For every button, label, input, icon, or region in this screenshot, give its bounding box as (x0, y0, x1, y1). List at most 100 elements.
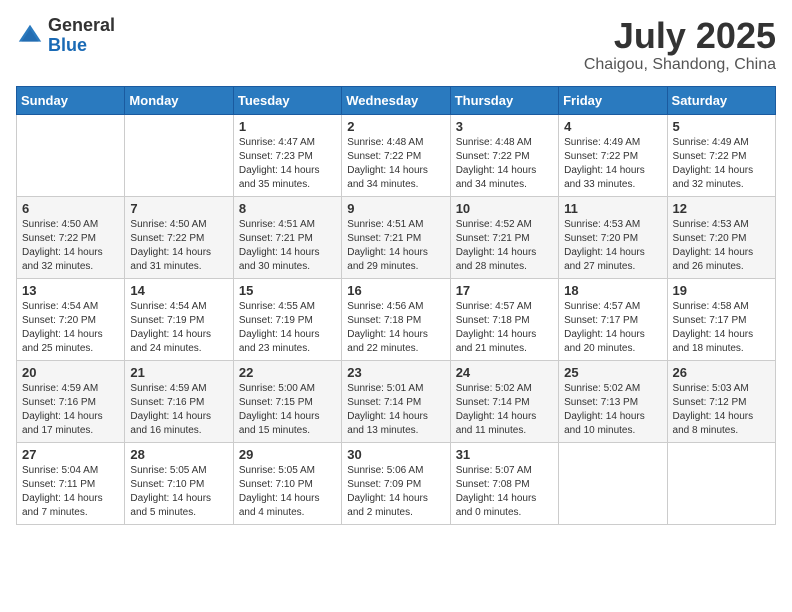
calendar-cell: 2 Sunrise: 4:48 AM Sunset: 7:22 PM Daylig… (342, 114, 450, 196)
weekday-header: Thursday (450, 86, 558, 114)
calendar-table: SundayMondayTuesdayWednesdayThursdayFrid… (16, 86, 776, 525)
day-number: 29 (239, 447, 336, 462)
day-number: 20 (22, 365, 119, 380)
title-area: July 2025 Chaigou, Shandong, China (584, 16, 776, 74)
day-content: Sunrise: 5:02 AM Sunset: 7:13 PM Dayligh… (564, 382, 661, 438)
calendar-cell: 25 Sunrise: 5:02 AM Sunset: 7:13 PM Dayli… (559, 360, 667, 442)
day-content: Sunrise: 4:54 AM Sunset: 7:20 PM Dayligh… (22, 300, 119, 356)
weekday-header: Friday (559, 86, 667, 114)
day-content: Sunrise: 5:01 AM Sunset: 7:14 PM Dayligh… (347, 382, 444, 438)
day-content: Sunrise: 4:58 AM Sunset: 7:17 PM Dayligh… (673, 300, 770, 356)
weekday-header: Monday (125, 86, 233, 114)
day-content: Sunrise: 4:56 AM Sunset: 7:18 PM Dayligh… (347, 300, 444, 356)
day-content: Sunrise: 4:51 AM Sunset: 7:21 PM Dayligh… (347, 218, 444, 274)
day-number: 25 (564, 365, 661, 380)
day-number: 10 (456, 201, 553, 216)
day-content: Sunrise: 4:54 AM Sunset: 7:19 PM Dayligh… (130, 300, 227, 356)
calendar-week-row: 13 Sunrise: 4:54 AM Sunset: 7:20 PM Dayli… (17, 278, 776, 360)
calendar-cell: 13 Sunrise: 4:54 AM Sunset: 7:20 PM Dayli… (17, 278, 125, 360)
day-content: Sunrise: 4:51 AM Sunset: 7:21 PM Dayligh… (239, 218, 336, 274)
day-number: 12 (673, 201, 770, 216)
calendar-cell: 5 Sunrise: 4:49 AM Sunset: 7:22 PM Daylig… (667, 114, 775, 196)
day-content: Sunrise: 5:07 AM Sunset: 7:08 PM Dayligh… (456, 464, 553, 520)
day-number: 2 (347, 119, 444, 134)
day-number: 14 (130, 283, 227, 298)
calendar-cell (17, 114, 125, 196)
calendar-cell: 10 Sunrise: 4:52 AM Sunset: 7:21 PM Dayli… (450, 196, 558, 278)
calendar-cell: 9 Sunrise: 4:51 AM Sunset: 7:21 PM Daylig… (342, 196, 450, 278)
calendar-header-row: SundayMondayTuesdayWednesdayThursdayFrid… (17, 86, 776, 114)
day-content: Sunrise: 4:59 AM Sunset: 7:16 PM Dayligh… (130, 382, 227, 438)
day-number: 21 (130, 365, 227, 380)
calendar-cell: 15Sunrise: 4:55 AM Sunset: 7:19 PM Dayli… (233, 278, 341, 360)
day-content: Sunrise: 5:02 AM Sunset: 7:14 PM Dayligh… (456, 382, 553, 438)
day-content: Sunrise: 4:50 AM Sunset: 7:22 PM Dayligh… (130, 218, 227, 274)
day-number: 4 (564, 119, 661, 134)
calendar-cell: 20 Sunrise: 4:59 AM Sunset: 7:16 PM Dayli… (17, 360, 125, 442)
calendar-week-row: 1Sunrise: 4:47 AM Sunset: 7:23 PM Daylig… (17, 114, 776, 196)
day-content: Sunrise: 4:57 AM Sunset: 7:17 PM Dayligh… (564, 300, 661, 356)
calendar-cell: 31 Sunrise: 5:07 AM Sunset: 7:08 PM Dayli… (450, 442, 558, 524)
day-number: 23 (347, 365, 444, 380)
day-content: Sunrise: 4:48 AM Sunset: 7:22 PM Dayligh… (456, 136, 553, 192)
calendar-week-row: 27 Sunrise: 5:04 AM Sunset: 7:11 PM Dayli… (17, 442, 776, 524)
logo-icon (16, 22, 44, 50)
day-number: 11 (564, 201, 661, 216)
calendar-cell: 18 Sunrise: 4:57 AM Sunset: 7:17 PM Dayli… (559, 278, 667, 360)
page-header: General Blue July 2025 Chaigou, Shandong… (16, 16, 776, 74)
day-number: 22 (239, 365, 336, 380)
calendar-cell (667, 442, 775, 524)
day-number: 18 (564, 283, 661, 298)
day-number: 7 (130, 201, 227, 216)
day-content: Sunrise: 4:53 AM Sunset: 7:20 PM Dayligh… (673, 218, 770, 274)
calendar-week-row: 6 Sunrise: 4:50 AM Sunset: 7:22 PM Daylig… (17, 196, 776, 278)
weekday-header: Saturday (667, 86, 775, 114)
calendar-cell: 6 Sunrise: 4:50 AM Sunset: 7:22 PM Daylig… (17, 196, 125, 278)
calendar-cell: 30Sunrise: 5:06 AM Sunset: 7:09 PM Dayli… (342, 442, 450, 524)
day-content: Sunrise: 4:59 AM Sunset: 7:16 PM Dayligh… (22, 382, 119, 438)
day-number: 31 (456, 447, 553, 462)
calendar-cell: 22 Sunrise: 5:00 AM Sunset: 7:15 PM Dayli… (233, 360, 341, 442)
day-content: Sunrise: 5:00 AM Sunset: 7:15 PM Dayligh… (239, 382, 336, 438)
calendar-cell: 19 Sunrise: 4:58 AM Sunset: 7:17 PM Dayli… (667, 278, 775, 360)
day-number: 19 (673, 283, 770, 298)
weekday-header: Wednesday (342, 86, 450, 114)
day-content: Sunrise: 4:50 AM Sunset: 7:22 PM Dayligh… (22, 218, 119, 274)
day-content: Sunrise: 4:49 AM Sunset: 7:22 PM Dayligh… (673, 136, 770, 192)
calendar-cell: 14 Sunrise: 4:54 AM Sunset: 7:19 PM Dayli… (125, 278, 233, 360)
day-content: Sunrise: 4:49 AM Sunset: 7:22 PM Dayligh… (564, 136, 661, 192)
calendar-cell: 4 Sunrise: 4:49 AM Sunset: 7:22 PM Daylig… (559, 114, 667, 196)
weekday-header: Tuesday (233, 86, 341, 114)
calendar-cell: 1Sunrise: 4:47 AM Sunset: 7:23 PM Daylig… (233, 114, 341, 196)
month-title: July 2025 (584, 16, 776, 56)
calendar-cell: 29Sunrise: 5:05 AM Sunset: 7:10 PM Dayli… (233, 442, 341, 524)
day-number: 30 (347, 447, 444, 462)
calendar-cell (559, 442, 667, 524)
logo-general: General (48, 16, 115, 36)
day-number: 9 (347, 201, 444, 216)
calendar-cell: 16 Sunrise: 4:56 AM Sunset: 7:18 PM Dayli… (342, 278, 450, 360)
day-content: Sunrise: 4:52 AM Sunset: 7:21 PM Dayligh… (456, 218, 553, 274)
calendar-cell: 23 Sunrise: 5:01 AM Sunset: 7:14 PM Dayli… (342, 360, 450, 442)
calendar-cell: 7 Sunrise: 4:50 AM Sunset: 7:22 PM Daylig… (125, 196, 233, 278)
day-content: Sunrise: 5:05 AM Sunset: 7:10 PM Dayligh… (130, 464, 227, 520)
day-number: 1 (239, 119, 336, 134)
calendar-cell: 28Sunrise: 5:05 AM Sunset: 7:10 PM Dayli… (125, 442, 233, 524)
day-content: Sunrise: 4:48 AM Sunset: 7:22 PM Dayligh… (347, 136, 444, 192)
day-number: 27 (22, 447, 119, 462)
day-number: 5 (673, 119, 770, 134)
calendar-cell: 8 Sunrise: 4:51 AM Sunset: 7:21 PM Daylig… (233, 196, 341, 278)
day-content: Sunrise: 5:04 AM Sunset: 7:11 PM Dayligh… (22, 464, 119, 520)
calendar-cell: 17Sunrise: 4:57 AM Sunset: 7:18 PM Dayli… (450, 278, 558, 360)
logo: General Blue (16, 16, 115, 56)
day-content: Sunrise: 4:55 AM Sunset: 7:19 PM Dayligh… (239, 300, 336, 356)
logo-text: General Blue (48, 16, 115, 56)
day-number: 8 (239, 201, 336, 216)
calendar-cell: 27 Sunrise: 5:04 AM Sunset: 7:11 PM Dayli… (17, 442, 125, 524)
day-number: 26 (673, 365, 770, 380)
day-number: 16 (347, 283, 444, 298)
day-number: 6 (22, 201, 119, 216)
day-number: 13 (22, 283, 119, 298)
day-number: 17 (456, 283, 553, 298)
calendar-cell: 24Sunrise: 5:02 AM Sunset: 7:14 PM Dayli… (450, 360, 558, 442)
